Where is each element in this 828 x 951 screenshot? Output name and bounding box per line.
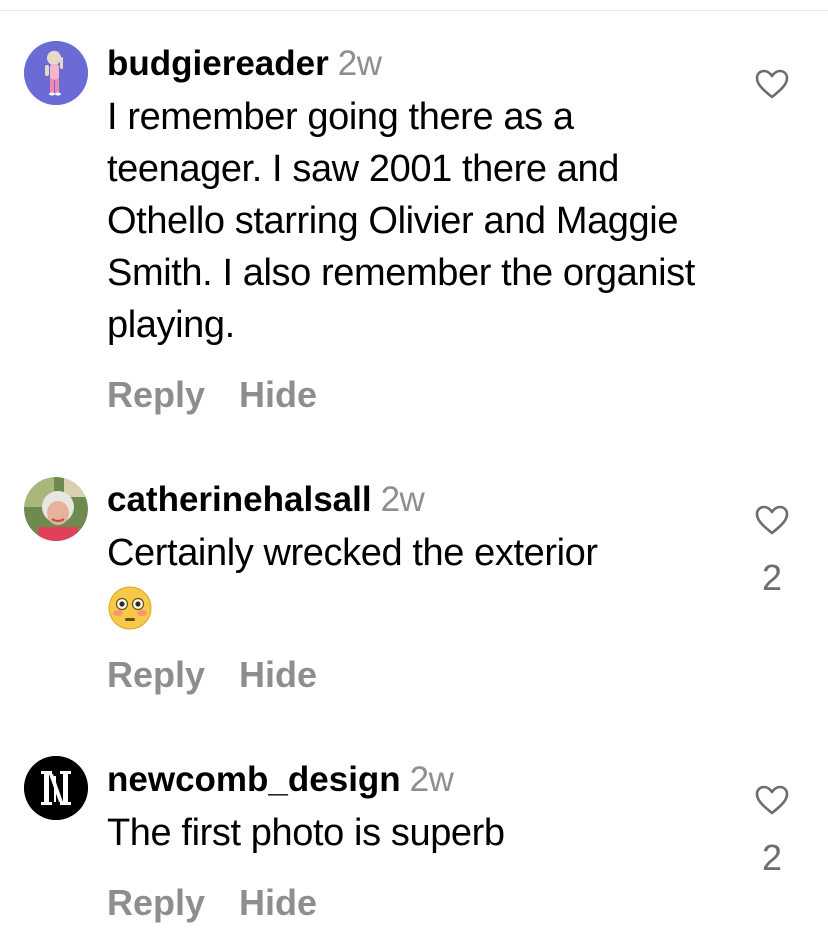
top-divider <box>0 10 828 11</box>
comment-actions: Reply Hide <box>107 654 317 696</box>
comment-header: catherinehalsall 2w <box>107 478 717 522</box>
avatar[interactable] <box>24 477 88 541</box>
hide-button[interactable]: Hide <box>239 374 317 415</box>
comment-header: newcomb_design 2w <box>107 758 717 802</box>
hide-button[interactable]: Hide <box>239 654 317 695</box>
comment-actions: Reply Hide <box>107 882 317 924</box>
like-count: 2 <box>761 837 783 878</box>
like-button[interactable] <box>754 68 790 100</box>
username[interactable]: newcomb_design <box>107 760 401 799</box>
heart-icon <box>755 785 789 815</box>
comment-text: I remember going there as a teenager. I … <box>107 96 695 346</box>
comment-actions: Reply Hide <box>107 374 317 416</box>
heart-icon <box>755 69 789 99</box>
comment-text: Certainly wrecked the exterior <box>107 527 717 631</box>
comment-header: budgiereader 2w <box>107 42 717 86</box>
avatar[interactable] <box>24 756 88 820</box>
timestamp: 2w <box>409 760 454 799</box>
heart-icon <box>755 505 789 535</box>
comment-text: The first photo is superb <box>107 812 505 854</box>
like-button[interactable]: 2 <box>754 784 790 878</box>
avatar[interactable] <box>24 41 88 105</box>
like-button[interactable]: 2 <box>754 504 790 598</box>
flushed-face-emoji <box>108 586 152 630</box>
reply-button[interactable]: Reply <box>107 882 205 923</box>
reply-button[interactable]: Reply <box>107 654 205 695</box>
username[interactable]: catherinehalsall <box>107 480 372 519</box>
username[interactable]: budgiereader <box>107 44 329 83</box>
timestamp: 2w <box>337 44 382 83</box>
like-count: 2 <box>761 557 783 598</box>
timestamp: 2w <box>380 480 425 519</box>
hide-button[interactable]: Hide <box>239 882 317 923</box>
comment-text-content: Certainly wrecked the exterior <box>107 532 598 574</box>
reply-button[interactable]: Reply <box>107 374 205 415</box>
